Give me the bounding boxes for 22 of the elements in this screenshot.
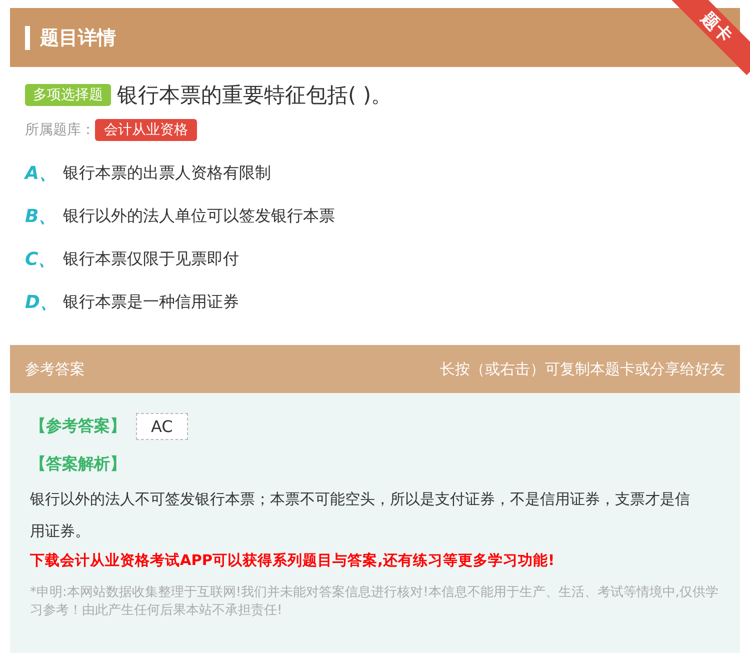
answer-header-title: 参考答案 <box>25 360 85 378</box>
analysis-label: 【答案解析】 <box>30 454 127 475</box>
disclaimer-text: *申明:本网站数据收集整理于互联网!我们并未能对答案信息进行核对!本信息不能用于生产、生活、考试等情境中,仅供学习参考！由此产生任何后果本站不承担责任! <box>30 584 720 620</box>
question-text: 银行本票的重要特征包括( )。 <box>117 82 392 109</box>
option-letter: B、 <box>25 205 58 228</box>
option-letter: A、 <box>25 162 58 185</box>
option-text: 银行本票仅限于见票即付 <box>63 248 239 270</box>
analysis-text: 银行以外的法人不可签发银行本票；本票不可能空头，所以是支付证券，不是信用证券，支票才是信用证券。 <box>30 489 691 542</box>
option-text: 银行本票是一种信用证券 <box>63 292 239 312</box>
share-hint: 长按（或右击）可复制本题卡或分享给好友 <box>440 360 725 378</box>
option-letter: C、 <box>25 248 58 271</box>
question-type-tag: 多项选择题 <box>25 84 111 106</box>
header-accent-bar <box>25 26 30 50</box>
promo-text: 下载会计从业资格考试APP可以获得系列题目与答案,还有练习等更多学习功能! <box>30 551 556 570</box>
answer-value: AC <box>136 413 188 440</box>
bank-label: 所属题库： <box>25 121 95 139</box>
header-title: 题目详情 <box>40 26 116 50</box>
option-letter: D、 <box>25 291 59 314</box>
option-text: 银行以外的法人单位可以签发银行本票 <box>63 206 335 226</box>
option-text: 银行本票的出票人资格有限制 <box>63 162 271 184</box>
answer-label: 【参考答案】 <box>30 416 126 437</box>
bank-tag[interactable]: 会计从业资格 <box>95 119 197 141</box>
